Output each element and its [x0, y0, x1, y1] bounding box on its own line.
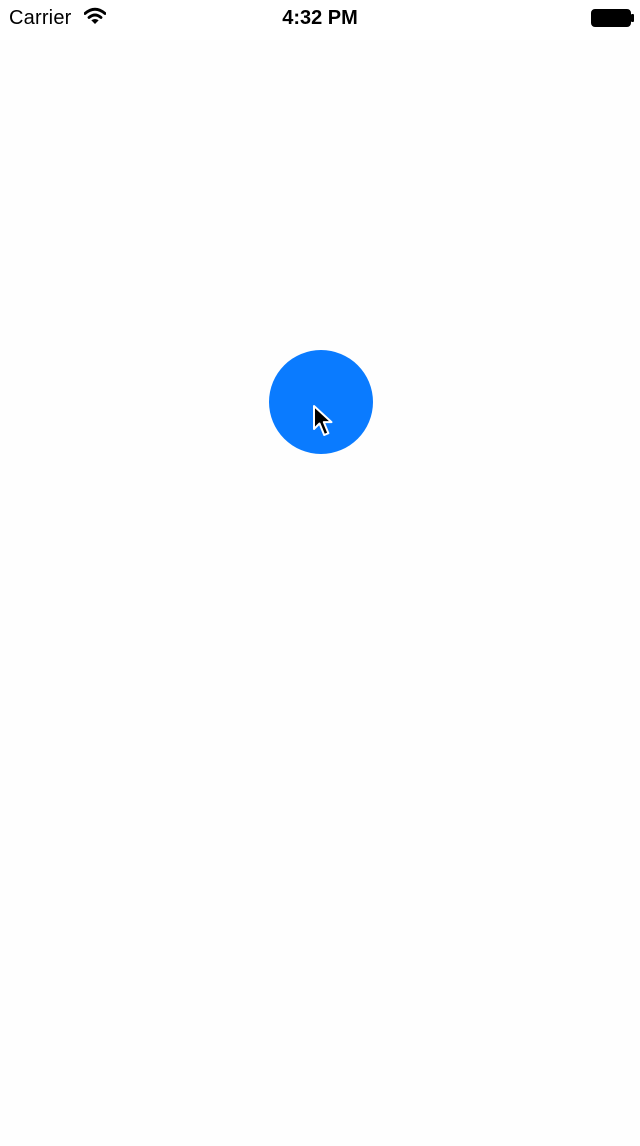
status-time: 4:32 PM [282, 7, 358, 29]
status-bar: Carrier 4:32 PM [0, 0, 640, 40]
circle-button[interactable] [269, 350, 373, 454]
main-content-area [0, 40, 640, 1146]
battery-icon [591, 9, 634, 27]
